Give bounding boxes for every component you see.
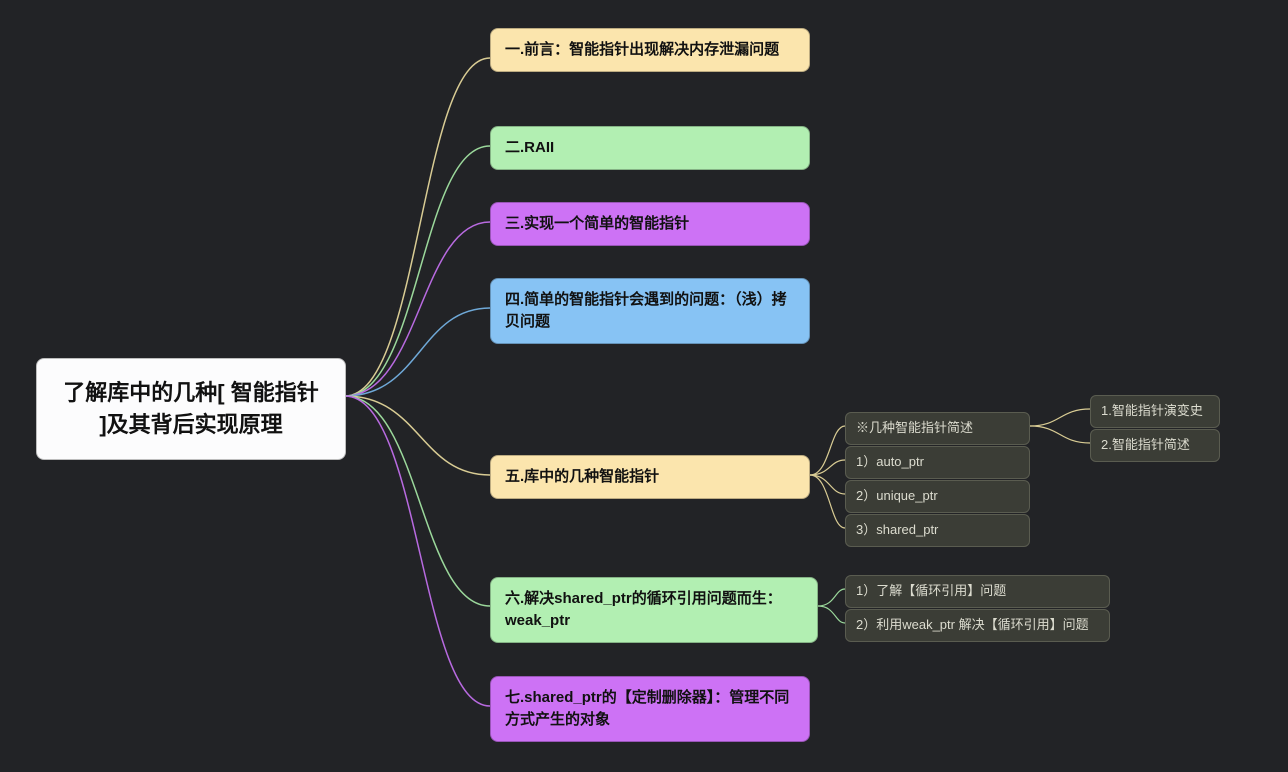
root-label: 了解库中的几种[ 智能指针 ]及其背后实现原理 [63,380,318,437]
root-node[interactable]: 了解库中的几种[ 智能指针 ]及其背后实现原理 [36,358,346,460]
mindmap-canvas: 了解库中的几种[ 智能指针 ]及其背后实现原理 一.前言：智能指针出现解决内存泄… [0,0,1288,772]
node-ptr-history[interactable]: 1.智能指针演变史 [1090,395,1220,428]
node-ptr-brief[interactable]: 2.智能指针简述 [1090,429,1220,462]
node-label: ※几种智能指针简述 [856,420,973,435]
node-circular-understand[interactable]: 1）了解【循环引用】问题 [845,575,1110,608]
node-simple-impl[interactable]: 三.实现一个简单的智能指针 [490,202,810,246]
node-auto-ptr[interactable]: 1）auto_ptr [845,446,1030,479]
node-label: 一.前言：智能指针出现解决内存泄漏问题 [505,41,779,58]
node-label: 三.实现一个简单的智能指针 [505,215,689,232]
node-label: 1.智能指针演变史 [1101,403,1203,418]
node-label: 1）auto_ptr [856,454,924,469]
node-library-ptrs[interactable]: 五.库中的几种智能指针 [490,455,810,499]
node-preface[interactable]: 一.前言：智能指针出现解决内存泄漏问题 [490,28,810,72]
node-label: 六.解决shared_ptr的循环引用问题而生：weak_ptr [505,590,782,629]
node-label: 2）unique_ptr [856,488,938,503]
node-unique-ptr[interactable]: 2）unique_ptr [845,480,1030,513]
node-label: 3）shared_ptr [856,522,938,537]
node-label: 五.库中的几种智能指针 [505,468,659,485]
node-circular-solve[interactable]: 2）利用weak_ptr 解决【循环引用】问题 [845,609,1110,642]
node-label: 四.简单的智能指针会遇到的问题：（浅）拷贝问题 [505,291,787,330]
node-copy-problem[interactable]: 四.简单的智能指针会遇到的问题：（浅）拷贝问题 [490,278,810,344]
node-shared-ptr[interactable]: 3）shared_ptr [845,514,1030,547]
node-label: 2.智能指针简述 [1101,437,1190,452]
node-label: 1）了解【循环引用】问题 [856,583,1006,598]
node-label: 七.shared_ptr的【定制删除器】：管理不同方式产生的对象 [505,689,789,728]
node-label: 二.RAII [505,139,554,156]
node-ptr-summary[interactable]: ※几种智能指针简述 [845,412,1030,445]
node-raii[interactable]: 二.RAII [490,126,810,170]
node-weak-ptr[interactable]: 六.解决shared_ptr的循环引用问题而生：weak_ptr [490,577,818,643]
node-custom-deleter[interactable]: 七.shared_ptr的【定制删除器】：管理不同方式产生的对象 [490,676,810,742]
node-label: 2）利用weak_ptr 解决【循环引用】问题 [856,617,1089,632]
